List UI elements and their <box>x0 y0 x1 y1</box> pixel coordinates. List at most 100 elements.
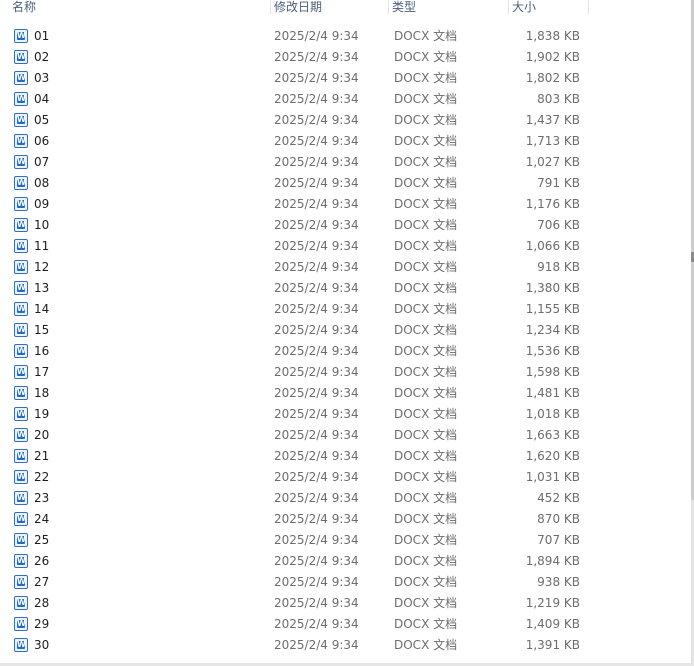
file-name[interactable]: 07 <box>34 152 49 173</box>
word-document-icon-glyph: W <box>17 493 26 502</box>
file-type: DOCX 文档 <box>394 533 458 547</box>
file-size: 1,663 KB <box>525 428 580 442</box>
file-name[interactable]: 21 <box>34 446 49 467</box>
file-name[interactable]: 10 <box>34 215 49 236</box>
file-date-modified: 2025/2/4 9:34 <box>274 113 359 127</box>
file-row[interactable]: W 01 2025/2/4 9:34 DOCX 文档 1,838 KB <box>0 26 690 47</box>
file-row[interactable]: W 04 2025/2/4 9:34 DOCX 文档 803 KB <box>0 89 690 110</box>
word-document-icon: W <box>14 470 28 484</box>
file-name[interactable]: 09 <box>34 194 49 215</box>
file-row[interactable]: W 02 2025/2/4 9:34 DOCX 文档 1,902 KB <box>0 47 690 68</box>
file-row[interactable]: W 21 2025/2/4 9:34 DOCX 文档 1,620 KB <box>0 446 690 467</box>
file-name[interactable]: 13 <box>34 278 49 299</box>
file-date-modified: 2025/2/4 9:34 <box>274 428 359 442</box>
file-date-modified: 2025/2/4 9:34 <box>274 386 359 400</box>
file-explorer-details-view: 名称 修改日期 类型 大小 W 01 2025/2/4 9:34 DOCX 文档 1,8… <box>0 0 694 666</box>
file-date-modified: 2025/2/4 9:34 <box>274 239 359 253</box>
word-document-icon-glyph: W <box>17 409 26 418</box>
file-size: 1,481 KB <box>525 386 580 400</box>
word-document-icon-glyph: W <box>17 199 26 208</box>
file-row[interactable]: W 12 2025/2/4 9:34 DOCX 文档 918 KB <box>0 257 690 278</box>
file-row[interactable]: W 03 2025/2/4 9:34 DOCX 文档 1,802 KB <box>0 68 690 89</box>
file-row[interactable]: W 17 2025/2/4 9:34 DOCX 文档 1,598 KB <box>0 362 690 383</box>
file-type: DOCX 文档 <box>394 71 458 85</box>
file-row[interactable]: W 06 2025/2/4 9:34 DOCX 文档 1,713 KB <box>0 131 690 152</box>
file-name[interactable]: 14 <box>34 299 49 320</box>
file-name[interactable]: 22 <box>34 467 49 488</box>
file-row[interactable]: W 28 2025/2/4 9:34 DOCX 文档 1,219 KB <box>0 593 690 614</box>
file-type: DOCX 文档 <box>394 176 458 190</box>
file-date-modified: 2025/2/4 9:34 <box>274 155 359 169</box>
file-row[interactable]: W 18 2025/2/4 9:34 DOCX 文档 1,481 KB <box>0 383 690 404</box>
file-name[interactable]: 25 <box>34 530 49 551</box>
file-row[interactable]: W 22 2025/2/4 9:34 DOCX 文档 1,031 KB <box>0 467 690 488</box>
word-document-icon: W <box>14 218 28 232</box>
word-document-icon-glyph: W <box>17 31 26 40</box>
file-name[interactable]: 01 <box>34 26 49 47</box>
column-divider[interactable] <box>588 0 589 14</box>
file-row[interactable]: W 15 2025/2/4 9:34 DOCX 文档 1,234 KB <box>0 320 690 341</box>
file-row[interactable]: W 07 2025/2/4 9:34 DOCX 文档 1,027 KB <box>0 152 690 173</box>
file-date-modified: 2025/2/4 9:34 <box>274 554 359 568</box>
file-name[interactable]: 17 <box>34 362 49 383</box>
file-name[interactable]: 15 <box>34 320 49 341</box>
file-name[interactable]: 12 <box>34 257 49 278</box>
word-document-icon-glyph: W <box>17 619 26 628</box>
word-document-icon-glyph: W <box>17 388 26 397</box>
file-name[interactable]: 24 <box>34 509 49 530</box>
file-type: DOCX 文档 <box>394 554 458 568</box>
file-name[interactable]: 11 <box>34 236 49 257</box>
file-name[interactable]: 19 <box>34 404 49 425</box>
file-row[interactable]: W 29 2025/2/4 9:34 DOCX 文档 1,409 KB <box>0 614 690 635</box>
file-row[interactable]: W 08 2025/2/4 9:34 DOCX 文档 791 KB <box>0 173 690 194</box>
file-row[interactable]: W 13 2025/2/4 9:34 DOCX 文档 1,380 KB <box>0 278 690 299</box>
file-size: 938 KB <box>537 575 580 589</box>
column-header-size[interactable]: 大小 <box>508 0 588 16</box>
column-header-type[interactable]: 类型 <box>388 0 508 16</box>
word-document-icon-glyph: W <box>17 577 26 586</box>
column-header-date-modified[interactable]: 修改日期 <box>270 0 388 16</box>
file-type: DOCX 文档 <box>394 50 458 64</box>
word-document-icon: W <box>14 155 28 169</box>
file-row[interactable]: W 20 2025/2/4 9:34 DOCX 文档 1,663 KB <box>0 425 690 446</box>
file-row[interactable]: W 30 2025/2/4 9:34 DOCX 文档 1,391 KB <box>0 635 690 656</box>
file-row[interactable]: W 11 2025/2/4 9:34 DOCX 文档 1,066 KB <box>0 236 690 257</box>
file-name[interactable]: 08 <box>34 173 49 194</box>
word-document-icon-glyph: W <box>17 73 26 82</box>
file-type: DOCX 文档 <box>394 407 458 421</box>
file-row[interactable]: W 19 2025/2/4 9:34 DOCX 文档 1,018 KB <box>0 404 690 425</box>
file-row[interactable]: W 10 2025/2/4 9:34 DOCX 文档 706 KB <box>0 215 690 236</box>
file-name[interactable]: 02 <box>34 47 49 68</box>
file-row[interactable]: W 27 2025/2/4 9:34 DOCX 文档 938 KB <box>0 572 690 593</box>
file-row[interactable]: W 26 2025/2/4 9:34 DOCX 文档 1,894 KB <box>0 551 690 572</box>
word-document-icon: W <box>14 575 28 589</box>
file-name[interactable]: 18 <box>34 383 49 404</box>
file-row[interactable]: W 14 2025/2/4 9:34 DOCX 文档 1,155 KB <box>0 299 690 320</box>
file-name[interactable]: 04 <box>34 89 49 110</box>
file-name[interactable]: 06 <box>34 131 49 152</box>
file-name[interactable]: 16 <box>34 341 49 362</box>
file-size: 1,234 KB <box>525 323 580 337</box>
file-type: DOCX 文档 <box>394 302 458 316</box>
file-name[interactable]: 20 <box>34 425 49 446</box>
file-row[interactable]: W 24 2025/2/4 9:34 DOCX 文档 870 KB <box>0 509 690 530</box>
word-document-icon: W <box>14 260 28 274</box>
word-document-icon: W <box>14 29 28 43</box>
file-name[interactable]: 30 <box>34 635 49 656</box>
file-row[interactable]: W 09 2025/2/4 9:34 DOCX 文档 1,176 KB <box>0 194 690 215</box>
file-name[interactable]: 03 <box>34 68 49 89</box>
vertical-scrollbar[interactable] <box>690 0 694 666</box>
file-row[interactable]: W 23 2025/2/4 9:34 DOCX 文档 452 KB <box>0 488 690 509</box>
file-row[interactable]: W 16 2025/2/4 9:34 DOCX 文档 1,536 KB <box>0 341 690 362</box>
file-name[interactable]: 23 <box>34 488 49 509</box>
column-header-name[interactable]: 名称 <box>8 0 270 16</box>
file-type: DOCX 文档 <box>394 428 458 442</box>
file-name[interactable]: 26 <box>34 551 49 572</box>
file-name[interactable]: 27 <box>34 572 49 593</box>
file-row[interactable]: W 05 2025/2/4 9:34 DOCX 文档 1,437 KB <box>0 110 690 131</box>
file-date-modified: 2025/2/4 9:34 <box>274 596 359 610</box>
file-name[interactable]: 28 <box>34 593 49 614</box>
file-name[interactable]: 05 <box>34 110 49 131</box>
file-row[interactable]: W 25 2025/2/4 9:34 DOCX 文档 707 KB <box>0 530 690 551</box>
file-name[interactable]: 29 <box>34 614 49 635</box>
